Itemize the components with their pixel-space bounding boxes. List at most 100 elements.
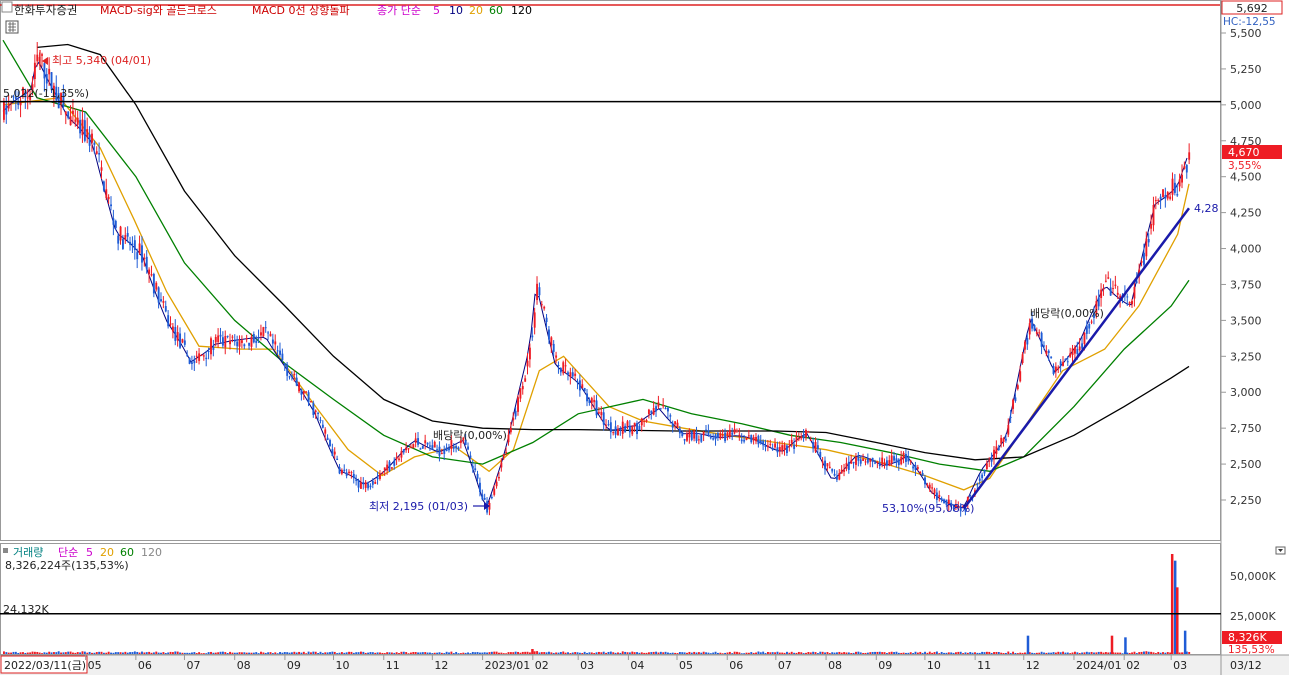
volume-bar[interactable] (229, 651, 231, 654)
volume-bar[interactable] (526, 651, 529, 654)
volume-bar[interactable] (17, 652, 20, 654)
candle-body[interactable] (114, 220, 117, 229)
volume-bar[interactable] (367, 652, 370, 654)
candle-body[interactable] (700, 435, 703, 442)
volume-bar[interactable] (369, 652, 372, 654)
candle-body[interactable] (1000, 437, 1003, 444)
volume-bar[interactable] (241, 652, 243, 654)
candle-body[interactable] (819, 451, 822, 458)
candle-body[interactable] (1043, 345, 1045, 347)
volume-bar[interactable] (448, 652, 450, 654)
candle-body[interactable] (1038, 332, 1041, 334)
candle-body[interactable] (721, 434, 724, 436)
volume-bar[interactable] (681, 652, 684, 654)
volume-bar[interactable] (1114, 652, 1117, 654)
volume-bar[interactable] (536, 651, 539, 654)
candle-body[interactable] (781, 445, 784, 452)
volume-bar[interactable] (850, 653, 853, 654)
candle-body[interactable] (1126, 296, 1129, 298)
candle-body[interactable] (281, 353, 284, 361)
candle-body[interactable] (557, 365, 560, 367)
candle-body[interactable] (1140, 261, 1143, 263)
volume-bar[interactable] (971, 652, 974, 654)
volume-bar[interactable] (412, 651, 415, 654)
volume-bar[interactable] (1066, 652, 1069, 654)
candle-body[interactable] (850, 460, 853, 464)
volume-bar[interactable] (48, 651, 51, 654)
volume-bar[interactable] (714, 651, 717, 654)
candle-body[interactable] (743, 439, 746, 442)
candle-body[interactable] (148, 269, 151, 275)
volume-bar[interactable] (709, 653, 712, 654)
candle-body[interactable] (1081, 343, 1084, 349)
volume-spike[interactable] (1110, 635, 1114, 654)
candle-body[interactable] (1031, 318, 1034, 329)
candle-body[interactable] (605, 424, 608, 426)
candle-body[interactable] (686, 433, 688, 441)
candle-body[interactable] (143, 257, 146, 259)
volume-bar[interactable] (705, 652, 707, 654)
volume-bar[interactable] (1147, 651, 1150, 654)
volume-bar[interactable] (483, 652, 486, 654)
volume-bar[interactable] (221, 651, 224, 654)
candle-body[interactable] (455, 446, 458, 449)
candle-body[interactable] (267, 332, 270, 334)
volume-bar[interactable] (667, 652, 669, 654)
candle-body[interactable] (1164, 194, 1167, 199)
volume-bar[interactable] (893, 652, 896, 654)
candle-body[interactable] (119, 226, 122, 241)
candle-body[interactable] (1014, 397, 1017, 401)
volume-bar[interactable] (1116, 652, 1119, 654)
volume-bar[interactable] (1131, 652, 1134, 654)
volume-bar[interactable] (1024, 652, 1026, 654)
candle-body[interactable] (483, 497, 486, 500)
volume-bar[interactable] (1074, 651, 1076, 654)
candle-body[interactable] (1064, 358, 1067, 361)
volume-bar[interactable] (174, 651, 177, 654)
volume-bar[interactable] (1107, 652, 1110, 654)
volume-bar[interactable] (207, 652, 210, 654)
candle-body[interactable] (1176, 194, 1179, 196)
volume-bar[interactable] (298, 651, 301, 654)
candle-body[interactable] (1002, 438, 1005, 442)
volume-bar[interactable] (669, 652, 672, 654)
volume-spike[interactable] (1026, 635, 1030, 654)
volume-bar[interactable] (621, 651, 624, 654)
candle-body[interactable] (469, 455, 472, 458)
volume-bar[interactable] (355, 652, 358, 654)
candle-body[interactable] (619, 429, 622, 431)
volume-bar[interactable] (117, 652, 120, 654)
volume-bar[interactable] (402, 651, 405, 654)
candle-body[interactable] (667, 407, 669, 412)
candle-body[interactable] (752, 437, 755, 441)
candle-body[interactable] (888, 460, 891, 466)
candle-body[interactable] (1047, 350, 1050, 353)
volume-bar[interactable] (1000, 652, 1003, 654)
volume-bar[interactable] (459, 653, 462, 654)
volume-bar[interactable] (91, 652, 93, 654)
volume-bar[interactable] (857, 651, 860, 654)
candle-body[interactable] (1033, 325, 1036, 331)
candle-body[interactable] (360, 482, 362, 489)
candle-body[interactable] (571, 372, 574, 377)
candle-body[interactable] (241, 340, 243, 343)
candle-body[interactable] (188, 357, 191, 364)
volume-bar[interactable] (626, 652, 629, 654)
volume-bar[interactable] (495, 651, 498, 654)
volume-bar[interactable] (938, 653, 941, 654)
candle-body[interactable] (388, 461, 391, 472)
candle-body[interactable] (935, 492, 938, 500)
candle-body[interactable] (736, 430, 738, 432)
candle-body[interactable] (786, 445, 788, 454)
volume-bar[interactable] (897, 652, 900, 654)
volume-bar[interactable] (864, 652, 867, 654)
volume-bar[interactable] (728, 651, 731, 654)
volume-bar[interactable] (707, 652, 710, 654)
candle-body[interactable] (321, 424, 324, 428)
candle-body[interactable] (869, 459, 872, 462)
volume-bar[interactable] (776, 651, 779, 654)
volume-bar[interactable] (678, 652, 681, 654)
candle-body[interactable] (429, 445, 431, 447)
candle-body[interactable] (405, 447, 408, 451)
candle-body[interactable] (419, 448, 422, 450)
